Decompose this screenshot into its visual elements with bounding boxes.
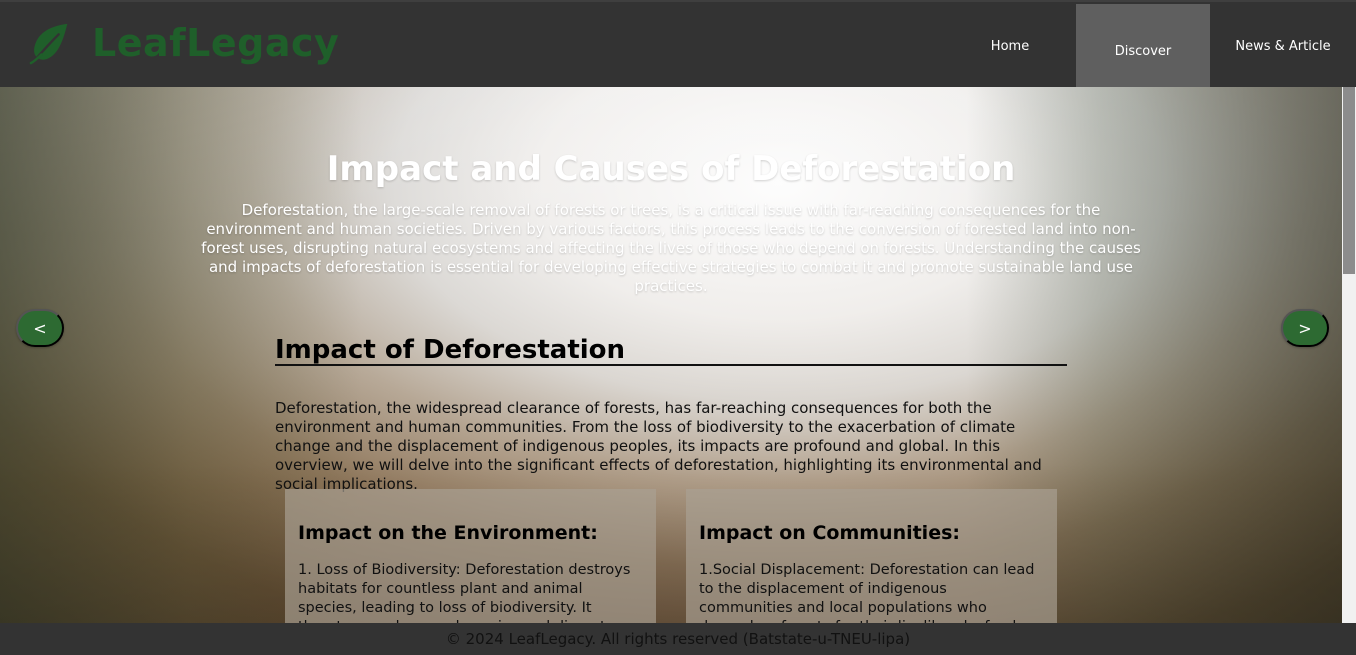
vertical-scrollbar[interactable]	[1342, 87, 1356, 623]
brand-name: LeafLegacy	[92, 21, 340, 65]
page-title: Impact and Causes of Deforestation	[326, 148, 1016, 189]
card-text: 1. Loss of Biodiversity: Deforestation d…	[298, 562, 631, 623]
main-navigation: Home Discover News & Article	[944, 4, 1356, 99]
deforestation-hero: Impact and Causes of Deforestation Defor…	[0, 87, 1342, 623]
community-impact-card: Impact on Communities: 1.Social Displace…	[686, 489, 1057, 623]
top-navigation-bar: LeafLegacy Home Discover News & Article	[0, 0, 1356, 99]
nav-news-article[interactable]: News & Article	[1210, 4, 1356, 89]
environment-impact-card: Impact on the Environment: 1. Loss of Bi…	[285, 489, 656, 623]
card-title: Impact on the Environment:	[298, 522, 598, 544]
card-title: Impact on Communities:	[699, 522, 960, 544]
chevron-right-icon: >	[1298, 318, 1312, 338]
hero-intro-text: Deforestation, the large-scale removal o…	[201, 201, 1141, 295]
section-divider	[275, 364, 1067, 366]
brand-logo[interactable]: LeafLegacy	[28, 20, 339, 66]
nav-home[interactable]: Home	[944, 4, 1076, 89]
footer-text: © 2024 LeafLegacy. All rights reserved (…	[445, 630, 911, 648]
previous-slide-button[interactable]: <	[16, 309, 64, 347]
leaf-icon	[28, 20, 74, 66]
footer: © 2024 LeafLegacy. All rights reserved (…	[0, 623, 1356, 655]
chevron-left-icon: <	[33, 318, 47, 338]
next-slide-button[interactable]: >	[1281, 309, 1329, 347]
nav-discover[interactable]: Discover	[1076, 4, 1210, 99]
section-title: Impact of Deforestation	[275, 334, 626, 365]
section-body: Deforestation, the widespread clearance …	[275, 399, 1042, 493]
scrollbar-thumb[interactable]	[1343, 87, 1355, 274]
card-text: 1.Social Displacement: Deforestation can…	[699, 562, 1035, 623]
